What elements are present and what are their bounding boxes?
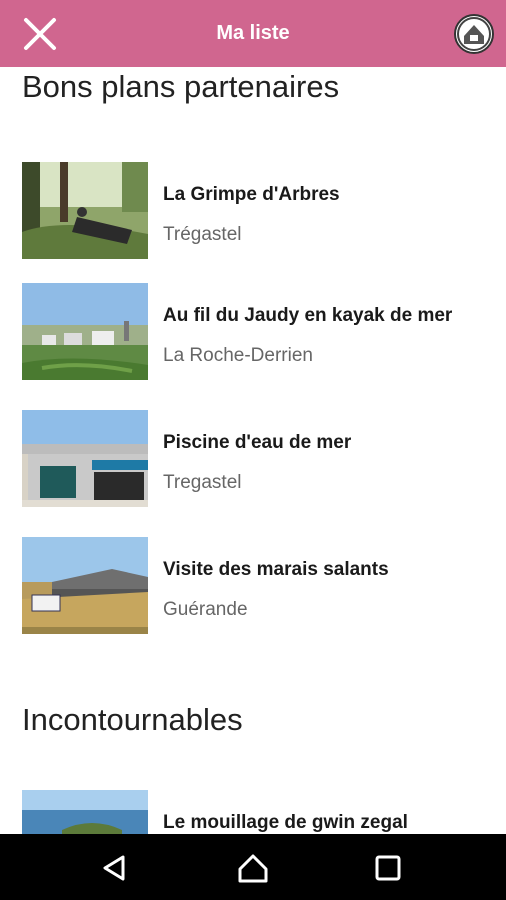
thumbnail-salt-marsh	[22, 537, 148, 634]
item-location: Tregastel	[163, 472, 242, 493]
app-bar: Ma liste	[0, 0, 506, 67]
list-content[interactable]: Bons plans partenaires La Grimpe d'Arbre…	[0, 67, 506, 834]
item-title: Le mouillage de gwin zegal	[163, 812, 408, 833]
home-icon	[238, 854, 268, 883]
home-button[interactable]	[231, 846, 275, 890]
list-item[interactable]: Le mouillage de gwin zegal	[22, 790, 492, 834]
recents-square-icon	[375, 855, 401, 881]
system-navigation-bar	[0, 834, 506, 900]
thumbnail-gwin-zegal	[22, 790, 148, 834]
item-title: Piscine d'eau de mer	[163, 432, 352, 453]
item-title: La Grimpe d'Arbres	[163, 184, 340, 205]
app-logo[interactable]	[454, 14, 494, 54]
thumbnail-swimming-pool	[22, 410, 148, 507]
list-item[interactable]: Au fil du Jaudy en kayak de mer La Roche…	[22, 283, 492, 380]
recents-button[interactable]	[366, 846, 410, 890]
item-location: Guérande	[163, 599, 248, 620]
thumbnail-tree-climbing	[22, 162, 148, 259]
item-title: Au fil du Jaudy en kayak de mer	[163, 305, 453, 326]
back-button[interactable]	[92, 846, 136, 890]
list-item[interactable]: La Grimpe d'Arbres Trégastel	[22, 162, 492, 259]
item-title: Visite des marais salants	[163, 559, 389, 580]
item-location: La Roche-Derrien	[163, 345, 313, 366]
thumbnail-kayak	[22, 283, 148, 380]
back-triangle-icon	[103, 855, 125, 881]
list-item[interactable]: Piscine d'eau de mer Tregastel	[22, 410, 492, 507]
section-title-partners: Bons plans partenaires	[22, 69, 340, 104]
section-title-must-see: Incontournables	[22, 702, 243, 737]
list-item[interactable]: Visite des marais salants Guérande	[22, 537, 492, 634]
page-title: Ma liste	[216, 22, 290, 44]
item-location: Trégastel	[163, 224, 242, 245]
